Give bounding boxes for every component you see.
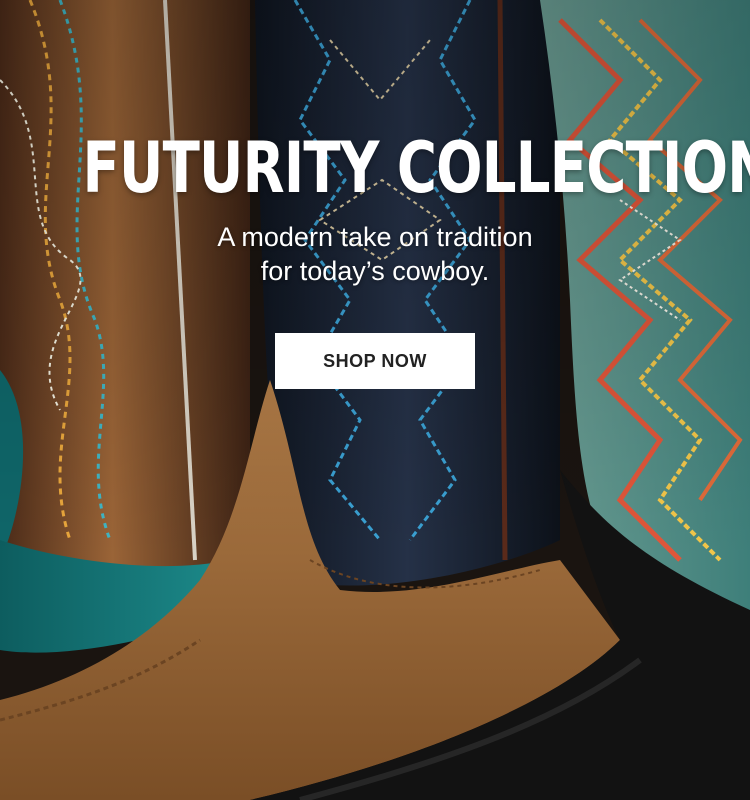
hero-content: FUTURITY COLLECTION A modern take on tra… (0, 128, 750, 389)
headline: FUTURITY COLLECTION (82, 127, 750, 209)
image-overlay (0, 0, 750, 800)
subheadline: A modern take on tradition for today’s c… (165, 220, 585, 288)
shop-now-button[interactable]: SHOP NOW (275, 333, 475, 389)
hero-banner[interactable]: FUTURITY COLLECTION A modern take on tra… (0, 0, 750, 800)
subheadline-line-2: for today’s cowboy. (260, 256, 490, 286)
subheadline-line-1: A modern take on tradition (217, 222, 533, 252)
